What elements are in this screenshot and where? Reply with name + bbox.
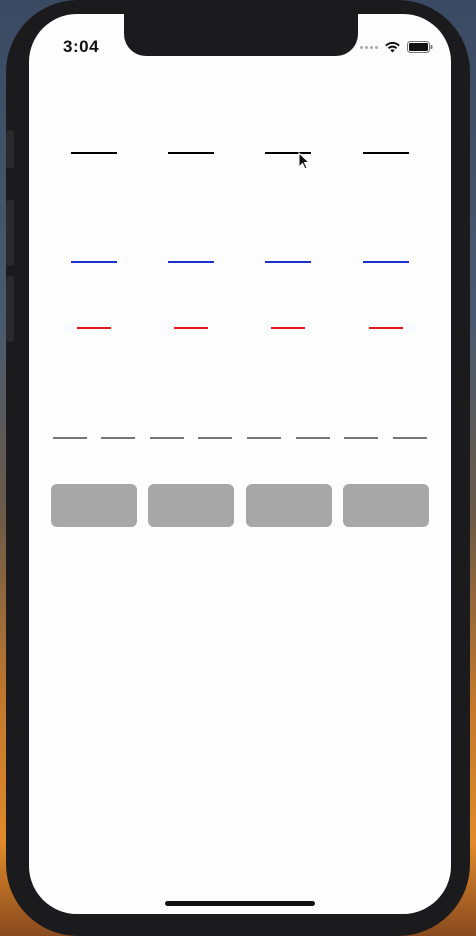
red-line: [174, 327, 208, 329]
gray-box[interactable]: [51, 484, 137, 527]
notch: [124, 14, 358, 56]
gray-line: [101, 437, 135, 439]
red-line: [77, 327, 111, 329]
volume-down-button: [6, 276, 14, 342]
gray-line: [247, 437, 281, 439]
cellular-signal-icon: [360, 45, 378, 49]
gray-box[interactable]: [246, 484, 332, 527]
status-time: 3:04: [63, 37, 100, 56]
status-icons: [360, 40, 433, 54]
black-line: [363, 152, 409, 154]
gray-box[interactable]: [148, 484, 234, 527]
gray-box[interactable]: [343, 484, 429, 527]
wifi-icon: [384, 41, 401, 53]
volume-up-button: [6, 200, 14, 266]
gray-line: [150, 437, 184, 439]
blue-line: [265, 261, 311, 263]
gray-line: [296, 437, 330, 439]
blue-line: [168, 261, 214, 263]
battery-icon: [407, 41, 433, 53]
mouse-cursor-icon: [298, 151, 311, 175]
black-line: [71, 152, 117, 154]
device-screen: 3:04: [29, 14, 451, 914]
red-line: [271, 327, 305, 329]
gray-line: [53, 437, 87, 439]
gray-line: [198, 437, 232, 439]
blue-line: [71, 261, 117, 263]
gray-line: [393, 437, 427, 439]
home-indicator[interactable]: [165, 901, 315, 906]
black-line: [168, 152, 214, 154]
blue-line: [363, 261, 409, 263]
mute-switch: [6, 130, 14, 168]
gray-line: [344, 437, 378, 439]
red-line: [369, 327, 403, 329]
